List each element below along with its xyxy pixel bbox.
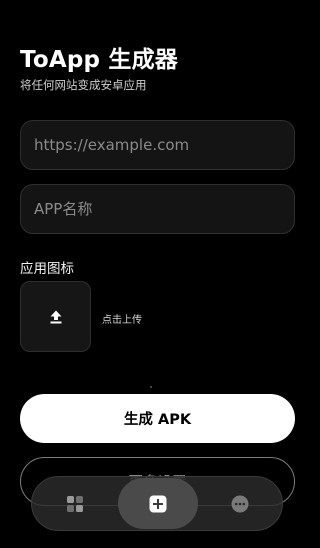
url-input[interactable] xyxy=(20,120,295,170)
apps-grid-icon xyxy=(66,495,84,513)
add-square-icon xyxy=(149,495,167,513)
app-icon-label: 应用图标 xyxy=(20,261,74,277)
divider-dot xyxy=(150,386,152,388)
tab-apps[interactable] xyxy=(54,477,96,530)
page-subtitle: 将任何网站变成安卓应用 xyxy=(20,78,147,92)
tab-create[interactable] xyxy=(118,478,198,529)
app-name-input[interactable] xyxy=(20,184,295,234)
icon-upload-button[interactable] xyxy=(20,281,91,352)
more-circle-icon xyxy=(231,495,249,513)
upload-hint-text: 点击上传 xyxy=(102,315,142,326)
page-title: ToApp 生成器 xyxy=(20,47,178,73)
tab-more[interactable] xyxy=(219,477,261,530)
bottom-tab-bar xyxy=(31,476,283,531)
upload-arrow-icon xyxy=(48,309,64,325)
generate-apk-button[interactable]: 生成 APK xyxy=(20,394,295,443)
